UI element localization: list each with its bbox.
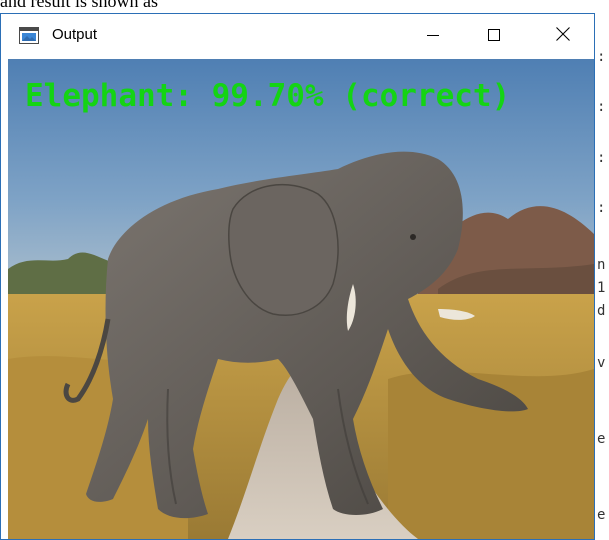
image-display: Elephant: 99.70% (correct) (8, 59, 594, 539)
document-text-top: and result is shown as (0, 0, 158, 11)
edge-char: e (597, 431, 606, 447)
maximize-button[interactable] (471, 14, 517, 58)
minimize-icon (426, 27, 440, 46)
edge-char: 1 (597, 280, 606, 296)
edge-char: n (597, 257, 606, 273)
edge-char: : (597, 200, 606, 216)
close-icon (555, 26, 571, 46)
title-bar[interactable]: Output (1, 14, 594, 58)
document-text-right-edge: : : : : n 1 d v e e (597, 0, 609, 540)
edge-char: d (597, 303, 606, 319)
output-window[interactable]: Output Elephant: 99.70% (correct) (0, 13, 595, 540)
close-button[interactable] (540, 14, 586, 58)
edge-char: : (597, 49, 606, 65)
edge-char: v (597, 355, 606, 371)
edge-char: : (597, 150, 606, 166)
edge-char: e (597, 507, 606, 523)
edge-char: : (597, 99, 606, 115)
window-title: Output (52, 26, 98, 43)
image-window-icon (19, 27, 39, 44)
prediction-label: Elephant: 99.70% (correct) (25, 78, 511, 114)
minimize-button[interactable] (410, 14, 456, 58)
maximize-icon (487, 27, 501, 46)
elephant-photo (8, 59, 594, 539)
